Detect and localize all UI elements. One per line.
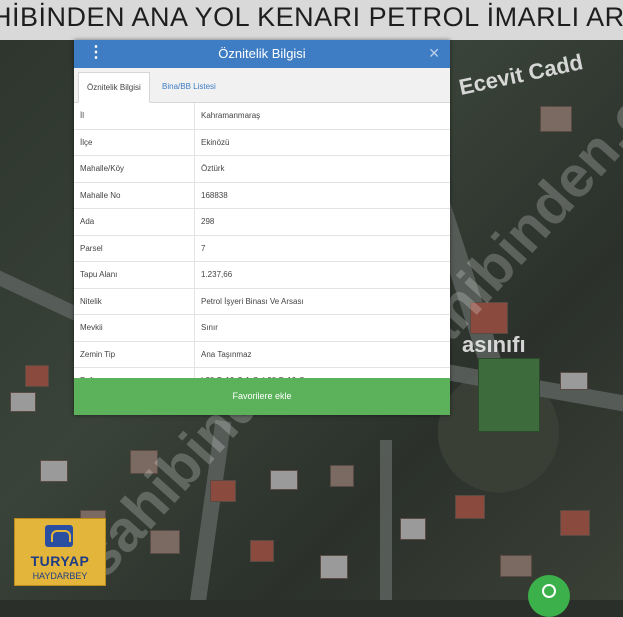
turyap-logo: TURYAP HAYDARBEY: [14, 518, 106, 586]
title-banner: HİBİNDEN ANA YOL KENARI PETROL İMARLI AR…: [0, 0, 623, 40]
row-key: Tapu Alanı: [74, 261, 195, 289]
sports-field: [478, 358, 540, 432]
table-row: Tapu Alanı 1.237,66: [74, 261, 450, 289]
tab-building-list[interactable]: Bina/BB Listesi: [154, 72, 224, 101]
dialog-header: ⋮ Öznitelik Bilgisi ✕: [74, 40, 450, 68]
row-value: 168838: [194, 182, 450, 209]
row-value: Ekinözü: [194, 129, 450, 156]
building: [320, 555, 348, 579]
building: [250, 540, 274, 562]
attribute-info-dialog: ⋮ Öznitelik Bilgisi ✕ Öznitelik Bilgisi …: [74, 40, 450, 415]
row-value: Sınır: [194, 314, 450, 342]
building: [560, 510, 590, 536]
row-key: Nitelik: [74, 288, 195, 315]
table-row: İlçe Ekinözü: [74, 129, 450, 156]
table-row: Ada 298: [74, 208, 450, 236]
banner-text: HİBİNDEN ANA YOL KENARI PETROL İMARLI AR…: [0, 2, 623, 32]
table-row: Mahalle No 168838: [74, 182, 450, 209]
row-key: Ada: [74, 208, 195, 236]
table-row: Nitelik Petrol İşyeri Binası Ve Arsası: [74, 288, 450, 315]
building: [270, 470, 298, 490]
row-key: Mahalle No: [74, 182, 195, 209]
row-value: 1.237,66: [194, 261, 450, 289]
road: [380, 440, 392, 600]
row-key: Zemin Tip: [74, 341, 195, 368]
row-key: Mevkii: [74, 314, 195, 342]
row-value: Kahramanmaraş: [194, 103, 450, 130]
row-key: İlçe: [74, 129, 195, 156]
street-label: Ecevit Cadd: [456, 49, 586, 100]
building: [560, 372, 588, 390]
row-value: Petrol İşyeri Binası Ve Arsası: [194, 288, 450, 315]
table-row: Mahalle/Köy Öztürk: [74, 155, 450, 183]
building: [400, 518, 426, 540]
house-logo-icon: [45, 525, 73, 547]
row-value: Ana Taşınmaz: [194, 341, 450, 368]
building: [10, 392, 36, 412]
logo-sub: HAYDARBEY: [32, 571, 88, 581]
row-key: İl: [74, 103, 195, 130]
building: [210, 480, 236, 502]
building: [40, 460, 68, 482]
table-row: İl Kahramanmaraş: [74, 103, 450, 130]
add-to-favorites-button[interactable]: Favorilere ekle: [74, 378, 450, 415]
location-button-icon[interactable]: [528, 575, 570, 617]
table-row: Mevkii Sınır: [74, 314, 450, 342]
attribute-table: İl Kahramanmaraş İlçe Ekinözü Mahalle/Köy Ö…: [74, 103, 450, 395]
dialog-title: Öznitelik Bilgisi: [218, 46, 306, 61]
table-row: Parsel 7: [74, 235, 450, 262]
building: [500, 555, 532, 577]
building: [540, 106, 572, 132]
tab-attribute-info[interactable]: Öznitelik Bilgisi: [78, 72, 150, 103]
building: [25, 365, 49, 387]
row-value: Öztürk: [194, 155, 450, 183]
logo-brand: TURYAP: [30, 553, 90, 569]
close-icon[interactable]: ✕: [428, 45, 440, 62]
building: [455, 495, 485, 519]
row-key: Parsel: [74, 235, 195, 262]
building: [330, 465, 354, 487]
row-key: Mahalle/Köy: [74, 155, 195, 183]
row-value: 298: [194, 208, 450, 236]
table-row: Zemin Tip Ana Taşınmaz: [74, 341, 450, 368]
row-value: 7: [194, 235, 450, 262]
dialog-tabs: Öznitelik Bilgisi Bina/BB Listesi: [74, 68, 450, 103]
